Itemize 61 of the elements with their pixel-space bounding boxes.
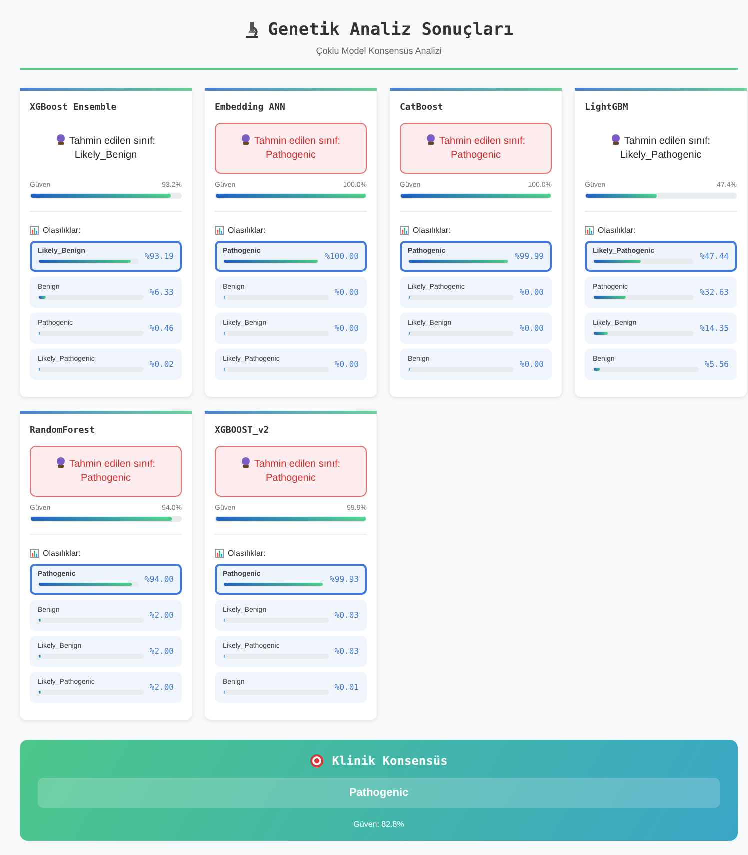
probability-value: %0.00 [520,324,544,332]
bar-chart-icon [400,226,409,235]
probabilities-heading: Olasılıklar: [598,226,636,235]
probabilities-heading: Olasılıklar: [43,226,81,235]
microscope-icon [244,21,260,39]
bar-chart-icon [215,226,224,235]
bar-chart-icon [30,549,39,558]
probability-value: %32.63 [700,288,729,296]
bar-chart-icon [215,549,224,558]
probability-value: %0.00 [334,360,359,368]
probability-value: %6.33 [150,288,174,296]
target-icon [310,754,324,768]
model-name: LightGBM [585,103,630,113]
crystal-ball-icon [426,134,436,145]
probability-value: %93.19 [145,252,174,260]
bar-chart-icon [585,226,594,235]
consensus-title: Klinik Konsensüs [332,754,448,768]
consensus-confidence: Güven: 82.8% [354,820,404,829]
probability-value: %2.00 [150,610,174,620]
page-title: Genetik Analiz Sonuçları [268,20,514,40]
crystal-ball-icon [611,134,622,145]
crystal-ball-icon [241,457,252,468]
prediction-text: Tahmin edilen sınıf: Pathogenic [254,136,341,161]
probability-value: %99.93 [330,574,359,584]
probabilities-heading: Olasılıklar: [228,549,266,558]
prediction-text: Tahmin edilen sınıf: Pathogenic [439,136,526,161]
probabilities-heading: Olasılıklar: [43,549,81,558]
probability-value: %0.02 [150,360,174,368]
probability-value: %2.00 [150,682,174,692]
model-name: CatBoost [400,103,444,113]
probability-value: %100.00 [325,252,359,260]
probability-value: %0.00 [520,288,544,296]
prediction-text: Tahmin edilen sınıf: Likely_Pathogenic [620,136,711,161]
probability-value: %94.00 [145,574,174,584]
probability-value: %2.00 [150,646,174,656]
probability-value: %0.00 [520,360,544,368]
probability-value: %0.03 [334,646,359,656]
crystal-ball-icon [56,134,66,145]
consensus-result: Pathogenic [38,778,720,808]
model-name: XGBoost Ensemble [30,103,118,113]
probability-value: %0.00 [334,288,359,296]
probability-value: %0.03 [334,610,359,620]
probability-value: %5.56 [704,360,729,368]
probability-value: %14.35 [700,324,729,332]
model-name: RandomForest [30,426,96,436]
probability-value: %0.01 [334,682,359,692]
probability-value: %0.46 [150,324,174,332]
prediction-text: Tahmin edilen sınıf: Pathogenic [69,459,156,484]
prediction-text: Tahmin edilen sınıf: Likely_Benign [69,136,156,161]
prediction-text: Tahmin edilen sınıf: Pathogenic [254,459,341,484]
probability-value: %0.00 [334,324,359,332]
bar-chart-icon [30,226,39,235]
probabilities-heading: Olasılıklar: [413,226,451,235]
probability-value: %47.44 [700,252,729,260]
model-name: Embedding ANN [215,103,286,113]
probabilities-heading: Olasılıklar: [228,226,266,235]
probability-value: %99.99 [515,252,544,260]
crystal-ball-icon [56,457,66,468]
crystal-ball-icon [241,134,252,145]
page-subtitle: Çoklu Model Konsensüs Analizi [316,46,442,56]
model-name: XGBOOST_v2 [215,426,270,436]
